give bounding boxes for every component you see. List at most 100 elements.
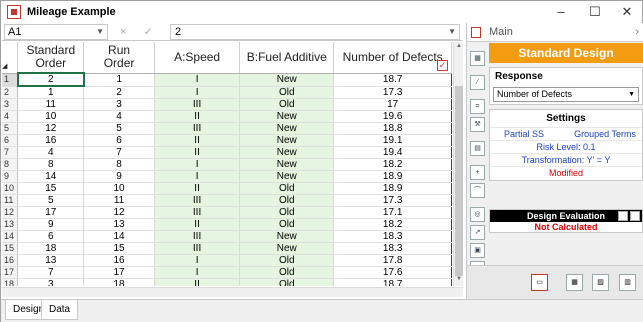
fuel-additive-cell[interactable]: Old (239, 194, 335, 207)
defects-cell[interactable]: 19.1 (333, 134, 452, 147)
scroll-down-icon[interactable]: ▼ (455, 276, 463, 286)
table-row[interactable]: 11 5 11 III Old 17.3 (2, 194, 452, 207)
fuel-additive-cell[interactable]: Old (239, 266, 335, 279)
run-order-cell[interactable]: 15 (83, 242, 155, 255)
defects-cell[interactable]: 18.3 (333, 230, 452, 243)
fuel-additive-cell[interactable]: Old (239, 86, 335, 99)
table-row[interactable]: 7 4 7 II New 19.4 (2, 146, 452, 159)
table-row[interactable]: 8 8 8 I New 18.2 (2, 158, 452, 171)
standard-order-cell[interactable]: 5 (17, 194, 85, 207)
speed-cell[interactable]: II (154, 218, 241, 231)
run-order-cell[interactable]: 2 (83, 86, 155, 99)
run-order-cell[interactable]: 11 (83, 194, 155, 207)
row-number[interactable]: 2 (2, 86, 19, 99)
fuel-additive-cell[interactable]: New (239, 242, 335, 255)
row-number[interactable]: 4 (2, 110, 19, 123)
check-icon[interactable]: ✓ (437, 59, 448, 71)
table-row[interactable]: 4 10 4 II New 19.6 (2, 110, 452, 123)
fuel-additive-cell[interactable]: New (239, 73, 335, 87)
run-order-cell[interactable]: 12 (83, 206, 155, 219)
table-row[interactable]: 12 17 12 III Old 17.1 (2, 206, 452, 219)
run-order-cell[interactable]: 18 (83, 278, 155, 286)
speed-cell[interactable]: I (154, 266, 241, 279)
speed-cell[interactable]: III (154, 230, 241, 243)
optimize-icon[interactable]: ◎ (470, 207, 485, 222)
fuel-additive-cell[interactable]: New (239, 170, 335, 183)
run-order-cell[interactable]: 6 (83, 134, 155, 147)
defects-cell[interactable]: 18.9 (333, 182, 452, 195)
run-order-cell[interactable]: 10 (83, 182, 155, 195)
table-row[interactable]: 14 6 14 III New 18.3 (2, 230, 452, 243)
table-row[interactable]: 10 15 10 II Old 18.9 (2, 182, 452, 195)
row-number[interactable]: 8 (2, 158, 19, 171)
close-button[interactable]: ✕ (611, 1, 643, 23)
defects-cell[interactable]: 17 (333, 98, 452, 111)
trend-icon[interactable]: ↗ (470, 225, 485, 240)
defects-cell[interactable]: 17.3 (333, 86, 452, 99)
standard-order-cell[interactable]: 9 (17, 218, 85, 231)
column-header-standard-order[interactable]: Standard Order (17, 42, 85, 74)
speed-cell[interactable]: III (154, 194, 241, 207)
fuel-additive-cell[interactable]: Old (239, 206, 335, 219)
grid-icon[interactable]: ▥ (619, 274, 636, 291)
evaluate-icon[interactable] (618, 211, 628, 221)
column-header-speed[interactable]: A:Speed (154, 42, 241, 74)
calendar-icon[interactable]: ▦ (566, 274, 583, 291)
table-row[interactable]: 6 16 6 II New 19.1 (2, 134, 452, 147)
minimize-button[interactable]: – (545, 1, 577, 23)
run-order-cell[interactable]: 1 (83, 73, 155, 87)
accept-edit-icon[interactable]: ✓ (144, 26, 153, 38)
standard-order-cell[interactable]: 14 (17, 170, 85, 183)
transformation-link[interactable]: Transformation: Y' = Y (490, 153, 642, 166)
fuel-additive-cell[interactable]: Old (239, 98, 335, 111)
speed-cell[interactable]: I (154, 86, 241, 99)
defects-cell[interactable]: 19.6 (333, 110, 452, 123)
grouped-terms-link[interactable]: Grouped Terms (574, 128, 636, 140)
row-number[interactable]: 7 (2, 146, 19, 159)
table-row[interactable]: 15 18 15 III New 18.3 (2, 242, 452, 255)
defects-cell[interactable]: 18.7 (333, 278, 452, 286)
scrollbar-thumb[interactable] (455, 86, 463, 276)
row-number[interactable]: 5 (2, 122, 19, 135)
add-term-icon[interactable]: + (470, 165, 485, 180)
fuel-additive-cell[interactable]: New (239, 146, 335, 159)
chevron-down-icon[interactable]: ▼ (448, 25, 456, 39)
speed-cell[interactable]: III (154, 122, 241, 135)
defects-cell[interactable]: 18.2 (333, 218, 452, 231)
run-order-cell[interactable]: 9 (83, 170, 155, 183)
image-icon[interactable]: ▨ (592, 274, 609, 291)
standard-order-cell[interactable]: 1 (17, 86, 85, 99)
standard-order-cell[interactable]: 16 (17, 134, 85, 147)
run-order-cell[interactable]: 16 (83, 254, 155, 267)
standard-order-cell[interactable]: 10 (17, 110, 85, 123)
partial-ss-link[interactable]: Partial SS (504, 128, 544, 140)
row-number[interactable]: 15 (2, 242, 19, 255)
vertical-scrollbar[interactable]: ▲ ▼ (453, 42, 463, 286)
standard-order-cell[interactable]: 12 (17, 122, 85, 135)
row-number[interactable]: 11 (2, 194, 19, 207)
scroll-up-icon[interactable]: ▲ (455, 43, 463, 53)
speed-cell[interactable]: III (154, 98, 241, 111)
standard-order-cell[interactable]: 6 (17, 230, 85, 243)
table-row[interactable]: 5 12 5 III New 18.8 (2, 122, 452, 135)
speed-cell[interactable]: I (154, 73, 241, 87)
report-icon[interactable]: ▣ (470, 243, 485, 258)
table-row[interactable]: 13 9 13 II Old 18.2 (2, 218, 452, 231)
fuel-additive-cell[interactable]: New (239, 122, 335, 135)
defects-cell[interactable]: 18.9 (333, 170, 452, 183)
run-order-cell[interactable]: 13 (83, 218, 155, 231)
run-order-cell[interactable]: 17 (83, 266, 155, 279)
fuel-additive-cell[interactable]: Old (239, 218, 335, 231)
row-number[interactable]: 14 (2, 230, 19, 243)
standard-order-cell[interactable]: 4 (17, 146, 85, 159)
defects-cell[interactable]: 18.8 (333, 122, 452, 135)
standard-order-cell[interactable]: 3 (17, 278, 85, 286)
table-row[interactable]: 17 7 17 I Old 17.6 (2, 266, 452, 279)
row-number[interactable]: 13 (2, 218, 19, 231)
defects-cell[interactable]: 17.1 (333, 206, 452, 219)
defects-cell[interactable]: 19.4 (333, 146, 452, 159)
standard-order-cell[interactable]: 18 (17, 242, 85, 255)
defects-cell[interactable]: 18.7 (333, 73, 452, 87)
standard-order-cell[interactable]: 13 (17, 254, 85, 267)
chevron-down-icon[interactable]: ▼ (628, 88, 635, 101)
